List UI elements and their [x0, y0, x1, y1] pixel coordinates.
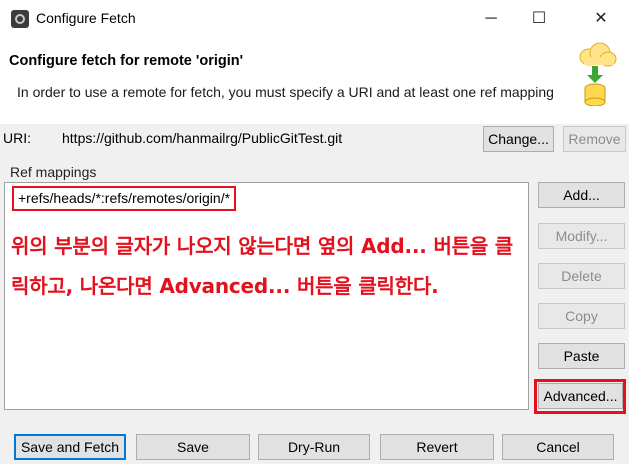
dialog-footer: Save and Fetch Save Dry-Run Revert Cance…: [0, 424, 629, 464]
eclipse-app-icon: [11, 10, 29, 28]
annotation-text: 위의 부분의 글자가 나오지 않는다면 옆의 Add... 버튼을 클릭하고, …: [11, 234, 514, 298]
save-and-fetch-button[interactable]: Save and Fetch: [14, 434, 126, 460]
add-button[interactable]: Add...: [538, 182, 625, 208]
remove-uri-button[interactable]: Remove: [563, 126, 626, 152]
minimize-button[interactable]: ─: [468, 0, 514, 38]
ref-mappings-label: Ref mappings: [10, 164, 97, 180]
ref-mappings-list[interactable]: +refs/heads/*:refs/remotes/origin/* 위의 부…: [4, 182, 529, 410]
close-button[interactable]: ✕: [578, 0, 624, 38]
dialog-heading: Configure fetch for remote 'origin': [9, 53, 244, 69]
dry-run-button[interactable]: Dry-Run: [258, 434, 370, 460]
window-title: Configure Fetch: [36, 10, 136, 26]
delete-button[interactable]: Delete: [538, 263, 625, 289]
advanced-highlight-box: [534, 379, 626, 414]
cloud-fetch-database-icon: [579, 42, 617, 106]
paste-button[interactable]: Paste: [538, 343, 625, 369]
modify-button[interactable]: Modify...: [538, 223, 625, 249]
change-uri-button[interactable]: Change...: [483, 126, 554, 152]
revert-button[interactable]: Revert: [380, 434, 494, 460]
uri-row: URI: https://github.com/hanmailrg/Public…: [0, 124, 629, 154]
cancel-button[interactable]: Cancel: [502, 434, 614, 460]
copy-button[interactable]: Copy: [538, 303, 625, 329]
ref-mappings-section: Ref mappings +refs/heads/*:refs/remotes/…: [0, 154, 629, 424]
title-bar: Configure Fetch ─ ☐ ✕: [0, 0, 629, 38]
uri-label: URI:: [3, 130, 31, 146]
dialog-message: In order to use a remote for fetch, you …: [17, 84, 554, 100]
save-button[interactable]: Save: [136, 434, 250, 460]
uri-value: https://github.com/hanmailrg/PublicGitTe…: [62, 130, 343, 146]
dialog-header: Configure fetch for remote 'origin' In o…: [0, 38, 629, 124]
maximize-button[interactable]: ☐: [516, 0, 562, 38]
ref-mapping-entry[interactable]: +refs/heads/*:refs/remotes/origin/*: [12, 186, 237, 211]
